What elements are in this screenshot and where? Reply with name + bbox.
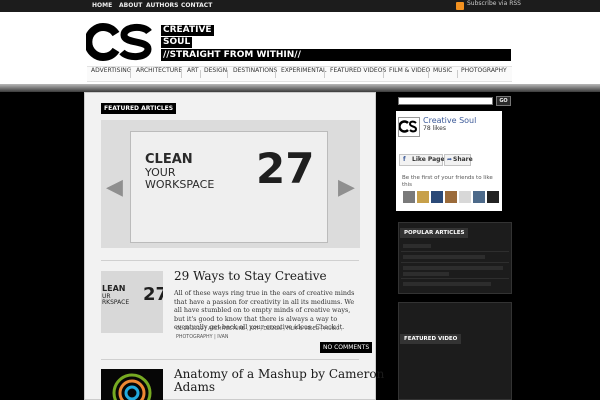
logo-soul-tag: SOUL bbox=[161, 37, 193, 48]
post-date: 01.20.2012 bbox=[176, 327, 204, 332]
nav-separator bbox=[181, 70, 182, 78]
right-arrow-icon[interactable]: ▶ bbox=[338, 177, 355, 199]
left-arrow-icon[interactable]: ◀ bbox=[106, 177, 123, 199]
thumb-line-3: RKSPACE bbox=[102, 299, 130, 306]
nav-separator bbox=[227, 70, 228, 78]
popular-article-link[interactable] bbox=[403, 255, 485, 259]
friend-avatar[interactable] bbox=[473, 191, 485, 203]
nav-home-link[interactable]: Home bbox=[92, 0, 112, 12]
post-category[interactable]: Music bbox=[324, 327, 339, 332]
header-band bbox=[0, 84, 600, 92]
share-icon: ➦ bbox=[447, 156, 453, 163]
tagline: //STRAIGHT FROM WITHIN// bbox=[161, 49, 303, 61]
like-page-button[interactable]: f Like Page bbox=[399, 154, 445, 166]
nav-design[interactable]: Design bbox=[204, 67, 227, 81]
thumb-number: 27 bbox=[143, 284, 163, 305]
post-meta-line-2: Photography | Ivan bbox=[176, 335, 229, 340]
nav-separator bbox=[383, 70, 384, 78]
post-category[interactable]: Art bbox=[250, 327, 259, 332]
post-thumbnail[interactable] bbox=[101, 369, 163, 400]
friend-avatar[interactable] bbox=[403, 191, 415, 203]
nav-separator bbox=[324, 70, 325, 78]
category-nav: Advertising Architecture Art Design Dest… bbox=[87, 66, 512, 82]
nav-authors-link[interactable]: Authors bbox=[146, 0, 179, 12]
nav-separator bbox=[200, 70, 201, 78]
nav-architecture[interactable]: Architecture bbox=[136, 67, 182, 81]
post-category[interactable]: Architecture bbox=[208, 327, 245, 332]
slide-line-3: WORKSPACE bbox=[145, 178, 215, 191]
post-title[interactable]: 29 Ways to Stay Creative bbox=[174, 269, 327, 283]
facebook-page-name[interactable]: Creative Soul bbox=[423, 116, 476, 125]
share-label: Share bbox=[453, 156, 473, 163]
cs-logo-icon[interactable] bbox=[86, 22, 152, 62]
friend-avatar[interactable] bbox=[431, 191, 443, 203]
post-thumbnail[interactable]: LEAN UR RKSPACE 27 bbox=[101, 271, 163, 333]
featured-video-title: Featured Video bbox=[400, 334, 462, 344]
friend-avatar[interactable] bbox=[459, 191, 471, 203]
cs-logo-icon bbox=[398, 120, 418, 133]
slide-number: 27 bbox=[256, 144, 315, 193]
facebook-icon: f bbox=[403, 156, 406, 163]
popular-article-link[interactable] bbox=[403, 244, 431, 248]
post-category[interactable]: Design bbox=[263, 327, 282, 332]
subscribe-rss-link[interactable]: Subscribe via RSS bbox=[467, 0, 521, 7]
popular-divider bbox=[401, 278, 509, 279]
nav-music[interactable]: Music bbox=[433, 67, 452, 81]
nav-separator bbox=[457, 70, 458, 78]
share-button[interactable]: ➦ Share bbox=[444, 154, 473, 166]
post-title-continued[interactable]: Adams bbox=[174, 380, 215, 394]
nav-about-link[interactable]: About bbox=[119, 0, 142, 12]
slide-line-1: CLEAN bbox=[145, 152, 193, 167]
popular-article-link[interactable] bbox=[403, 272, 449, 276]
popular-article-link[interactable] bbox=[403, 282, 491, 286]
post-title[interactable]: Anatomy of a Mashup by Cameron bbox=[174, 367, 384, 381]
popular-divider bbox=[401, 251, 509, 252]
friend-avatar[interactable] bbox=[445, 191, 457, 203]
comments-badge[interactable]: No Comments bbox=[320, 342, 373, 353]
facebook-likes-count: 78 likes bbox=[423, 125, 446, 132]
post-category[interactable]: Photography bbox=[176, 335, 213, 340]
nav-separator bbox=[428, 70, 429, 78]
post-divider bbox=[101, 260, 359, 261]
mashup-thumbnail-icon bbox=[112, 373, 152, 400]
post-category[interactable]: Film & Video bbox=[286, 327, 319, 332]
featured-articles-label: Featured Articles bbox=[101, 103, 177, 114]
nav-separator bbox=[130, 70, 131, 78]
search-go-button[interactable]: GO bbox=[496, 96, 511, 106]
nav-experimental[interactable]: Experimental bbox=[281, 67, 326, 81]
friend-avatar[interactable] bbox=[487, 191, 499, 203]
popular-articles-title: Popular Articles bbox=[400, 228, 469, 238]
nav-destinations[interactable]: Destinations bbox=[233, 67, 277, 81]
nav-film-video[interactable]: Film & Video bbox=[389, 67, 430, 81]
search-input[interactable] bbox=[398, 97, 493, 105]
friend-avatar[interactable] bbox=[417, 191, 429, 203]
popular-article-link[interactable] bbox=[403, 266, 503, 270]
featured-video-widget bbox=[398, 302, 512, 400]
nav-art[interactable]: Art bbox=[187, 67, 199, 81]
post-author[interactable]: Ivan bbox=[217, 335, 228, 340]
facebook-message: Be the first of your friends to like thi… bbox=[402, 175, 493, 188]
post-divider bbox=[101, 359, 359, 360]
logo-creative-tag: CREATIVE bbox=[161, 25, 214, 36]
nav-featured-videos[interactable]: Featured Videos bbox=[330, 67, 386, 81]
rss-icon[interactable] bbox=[456, 2, 464, 10]
facebook-page-avatar[interactable] bbox=[398, 117, 420, 137]
post-meta-line-1: 01.20.2012 | Architecture , Art , Design… bbox=[176, 327, 343, 332]
like-page-label: Like Page bbox=[412, 156, 445, 163]
thumb-line-1: LEAN bbox=[102, 284, 126, 293]
nav-contact-link[interactable]: Contact bbox=[181, 0, 212, 12]
popular-divider bbox=[401, 262, 509, 263]
nav-photography[interactable]: Photography bbox=[461, 67, 507, 81]
nav-separator bbox=[275, 70, 276, 78]
nav-advertising[interactable]: Advertising bbox=[91, 67, 131, 81]
